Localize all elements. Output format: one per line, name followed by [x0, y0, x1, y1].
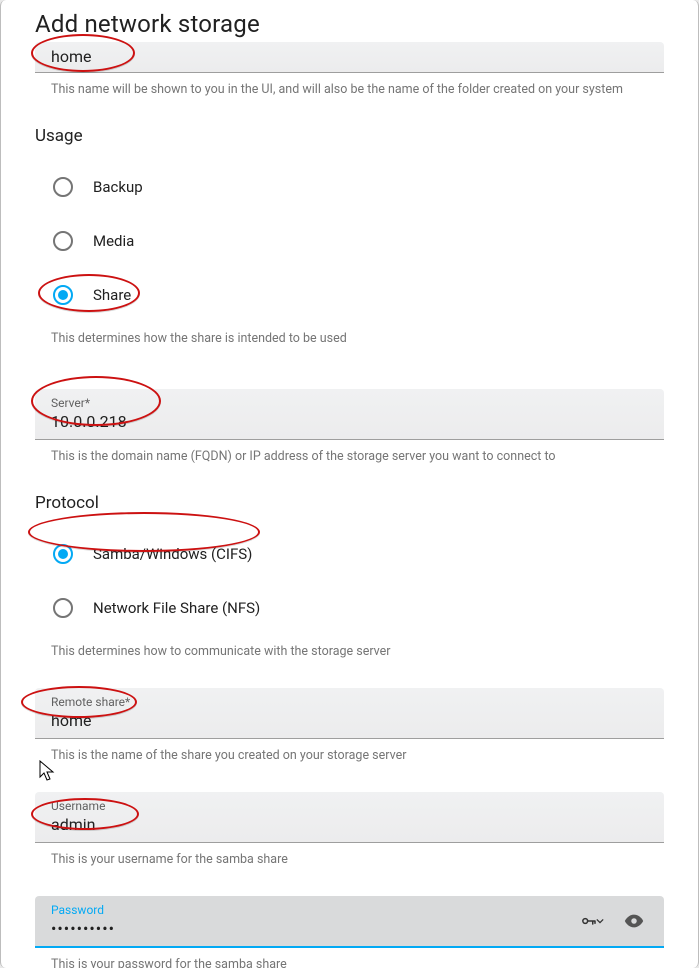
- usage-option-label: Backup: [93, 178, 143, 196]
- server-input[interactable]: [51, 411, 648, 433]
- key-icon[interactable]: [578, 907, 606, 935]
- radio-icon: [53, 598, 73, 618]
- radio-icon: [53, 544, 73, 564]
- protocol-option-nfs[interactable]: Network File Share (NFS): [35, 581, 664, 635]
- protocol-option-label: Samba/Windows (CIFS): [93, 545, 252, 563]
- protocol-option-cifs[interactable]: Samba/Windows (CIFS): [35, 527, 664, 581]
- usage-option-media[interactable]: Media: [35, 214, 664, 268]
- server-field[interactable]: Server*: [35, 389, 664, 440]
- password-field[interactable]: Password ••••••••••: [35, 896, 664, 948]
- password-label: Password: [51, 902, 570, 918]
- remote-share-label: Remote share*: [51, 694, 648, 710]
- dialog-title: Add network storage: [35, 10, 664, 38]
- server-label: Server*: [51, 395, 648, 411]
- password-trailing-icons: [570, 907, 648, 935]
- password-help: This is your password for the samba shar…: [51, 956, 648, 968]
- remote-share-field[interactable]: Remote share*: [35, 688, 664, 739]
- radio-icon: [53, 285, 73, 305]
- username-field[interactable]: Username: [35, 792, 664, 843]
- usage-option-backup[interactable]: Backup: [35, 160, 664, 214]
- protocol-option-label: Network File Share (NFS): [93, 599, 260, 617]
- name-help: This name will be shown to you in the UI…: [51, 81, 648, 98]
- radio-icon: [53, 231, 73, 251]
- usage-title: Usage: [35, 126, 664, 146]
- name-field[interactable]: [35, 42, 664, 73]
- username-help: This is your username for the samba shar…: [51, 851, 648, 868]
- usage-option-label: Media: [93, 232, 134, 250]
- username-input[interactable]: [51, 814, 648, 836]
- usage-option-label: Share: [93, 286, 131, 304]
- protocol-title: Protocol: [35, 493, 664, 513]
- usage-option-share[interactable]: Share: [35, 268, 664, 322]
- remote-share-help: This is the name of the share you create…: [51, 747, 648, 764]
- password-input[interactable]: ••••••••••: [51, 918, 570, 940]
- add-network-storage-dialog: Add network storage This name will be sh…: [0, 0, 699, 968]
- protocol-help: This determines how to communicate with …: [51, 643, 648, 660]
- username-label: Username: [51, 798, 648, 814]
- protocol-section: Protocol Samba/Windows (CIFS) Network Fi…: [35, 493, 664, 660]
- server-help: This is the domain name (FQDN) or IP add…: [51, 448, 648, 465]
- remote-share-input[interactable]: [51, 710, 648, 732]
- radio-icon: [53, 177, 73, 197]
- usage-section: Usage Backup Media Share This determines…: [35, 126, 664, 347]
- name-input[interactable]: [51, 46, 648, 68]
- usage-help: This determines how the share is intende…: [51, 330, 648, 347]
- eye-icon[interactable]: [620, 907, 648, 935]
